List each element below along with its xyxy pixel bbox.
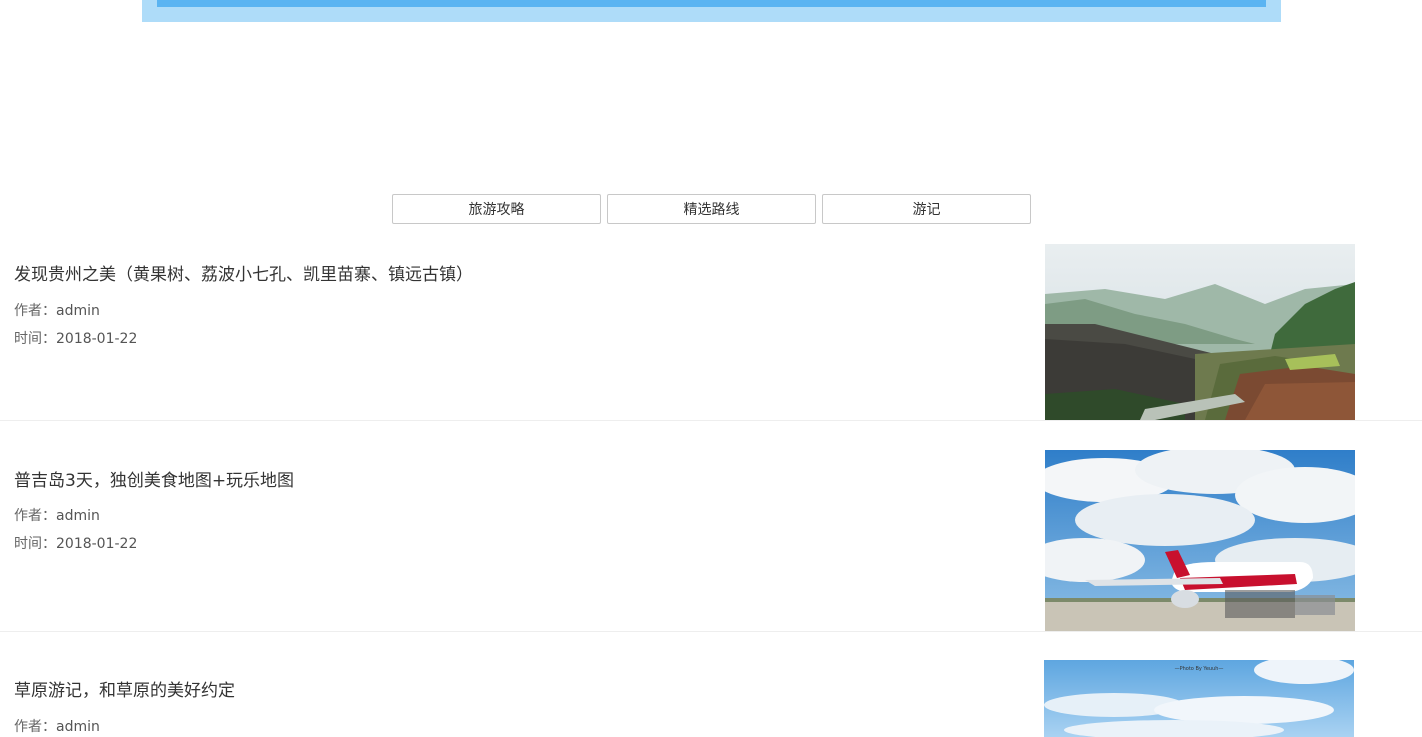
- date-label: 时间：: [14, 536, 56, 552]
- sky-photo[interactable]: —Photo By Yeuuh—: [1044, 660, 1354, 737]
- banner-bar: [157, 0, 1266, 7]
- article-date: 时间：2018-01-22: [14, 533, 137, 553]
- tab-travel-guide[interactable]: 旅游攻略: [392, 194, 601, 224]
- author-value: admin: [56, 719, 100, 735]
- row-divider: [0, 420, 1422, 421]
- date-value: 2018-01-22: [56, 331, 138, 347]
- photo-caption: —Photo By Yeuuh—: [1175, 666, 1224, 672]
- author-label: 作者：: [14, 303, 56, 319]
- airplane-photo[interactable]: [1045, 450, 1355, 631]
- tab-selected-routes[interactable]: 精选路线: [607, 194, 816, 224]
- author-label: 作者：: [14, 508, 56, 524]
- article-title[interactable]: 发现贵州之美（黄果树、荔波小七孔、凯里苗寨、镇远古镇）: [14, 260, 473, 285]
- tab-travel-notes[interactable]: 游记: [822, 194, 1031, 224]
- author-value: admin: [56, 303, 100, 319]
- article-author: 作者：admin: [14, 716, 100, 736]
- author-label: 作者：: [14, 719, 56, 735]
- top-banner: [142, 0, 1281, 22]
- mountain-village-photo[interactable]: [1045, 244, 1355, 420]
- date-label: 时间：: [14, 331, 56, 347]
- article-author: 作者：admin: [14, 505, 100, 525]
- article-item[interactable]: 草原游记，和草原的美好约定 作者：admin —Photo By Yeuuh—: [0, 660, 1422, 737]
- author-value: admin: [56, 508, 100, 524]
- article-author: 作者：admin: [14, 300, 100, 320]
- article-item[interactable]: 发现贵州之美（黄果树、荔波小七孔、凯里苗寨、镇远古镇） 作者：admin 时间：…: [0, 244, 1422, 421]
- article-title[interactable]: 普吉岛3天，独创美食地图+玩乐地图: [14, 466, 294, 491]
- date-value: 2018-01-22: [56, 536, 138, 552]
- article-date: 时间：2018-01-22: [14, 328, 137, 348]
- article-title[interactable]: 草原游记，和草原的美好约定: [14, 676, 235, 701]
- row-divider: [0, 631, 1422, 632]
- article-item[interactable]: 普吉岛3天，独创美食地图+玩乐地图 作者：admin 时间：2018-01-22: [0, 450, 1422, 632]
- category-tabs: 旅游攻略 精选路线 游记: [392, 194, 1031, 224]
